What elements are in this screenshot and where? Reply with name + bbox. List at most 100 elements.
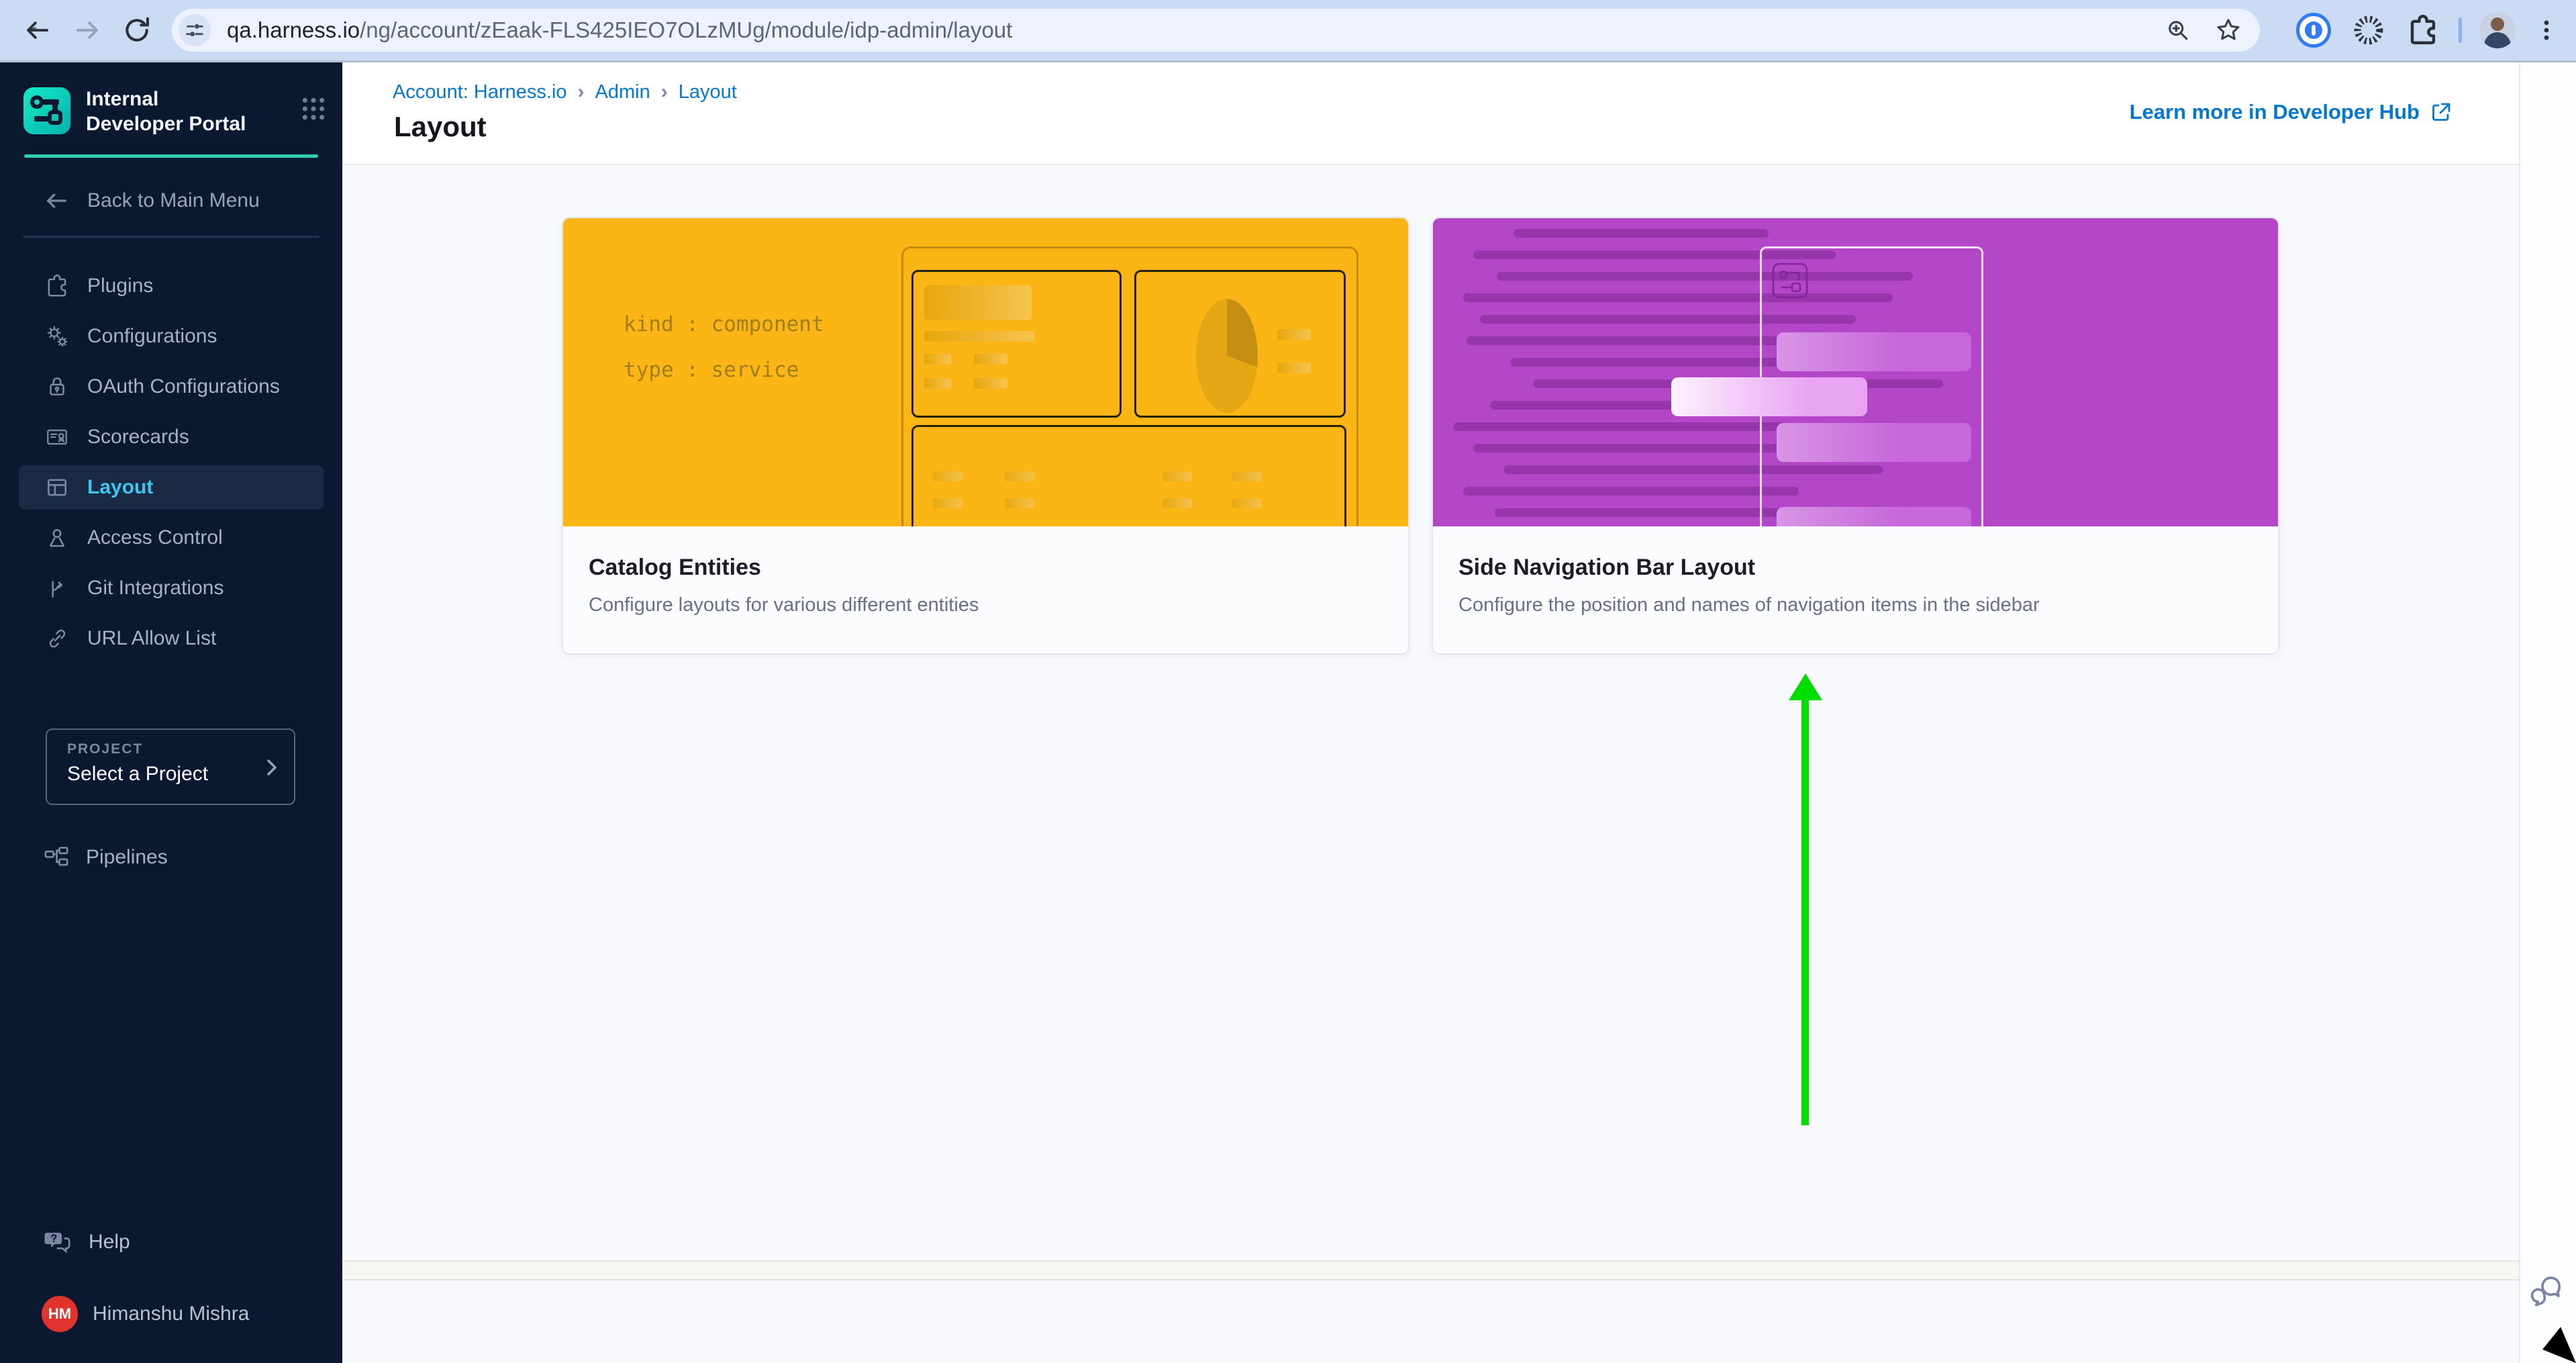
mock-table-cell-bar	[1162, 471, 1192, 481]
kebab-menu-icon	[2533, 15, 2560, 45]
mock-table-cell-bar	[1005, 471, 1034, 481]
page-header: Account: Harness.io › Admin › Layout Lay…	[342, 62, 2519, 165]
card-body: Side Navigation Bar Layout Configure the…	[1433, 526, 2278, 653]
sidebar-item-access-control[interactable]: Access Control	[19, 516, 324, 560]
card-description: Configure the position and names of navi…	[1458, 594, 2251, 616]
card-body: Catalog Entities Configure layouts for v…	[563, 526, 1408, 653]
project-selector[interactable]: PROJECT Select a Project	[46, 728, 295, 805]
extensions-puzzle-button[interactable]	[2406, 13, 2440, 47]
url-path: /ng/account/zEaak-FLS425IEO7OLzMUg/modul…	[360, 17, 1012, 42]
catalog-entities-illustration: kind : component type : service	[563, 218, 1408, 526]
git-branch-icon	[44, 575, 70, 601]
user-avatar: HM	[42, 1296, 78, 1332]
link-icon	[44, 626, 70, 651]
side-navigation-layout-card[interactable]: Side Navigation Bar Layout Configure the…	[1432, 217, 2279, 655]
url-domain: qa.harness.io	[227, 17, 360, 42]
module-switcher-button[interactable]	[301, 96, 326, 122]
breadcrumb-layout-link[interactable]: Layout	[679, 81, 737, 103]
zoom-page-button[interactable]	[2165, 17, 2191, 44]
breadcrumb-account-link[interactable]: Account: Harness.io	[393, 81, 567, 103]
user-profile[interactable]: HM Himanshu Mishra	[42, 1296, 342, 1332]
mock-table-cell-bar	[1232, 498, 1261, 508]
chat-support-button[interactable]	[2528, 1272, 2566, 1309]
puzzle-icon	[2406, 13, 2440, 47]
green-arrow-head	[1789, 673, 1822, 700]
sidebar-item-git-integrations[interactable]: Git Integrations	[19, 566, 324, 610]
mock-logo-icon	[1772, 263, 1811, 300]
mock-table-cell-bar	[933, 471, 962, 481]
sidebar-item-label: Configurations	[87, 325, 217, 348]
page: Account: Harness.io › Admin › Layout Lay…	[342, 62, 2519, 1363]
lock-icon	[44, 374, 70, 399]
mock-log-row	[1463, 487, 1799, 496]
onepassword-icon	[2296, 13, 2331, 48]
learn-more-label: Learn more in Developer Hub	[2130, 100, 2420, 124]
page-title: Layout	[394, 111, 487, 143]
sidebar-item-url-allow-list[interactable]: URL Allow List	[19, 616, 324, 661]
help-button[interactable]: Help	[43, 1227, 342, 1257]
sidebar-item-label: Access Control	[87, 526, 223, 549]
sidebar-item-label: URL Allow List	[87, 627, 216, 650]
mock-panel-chart	[1134, 270, 1346, 418]
bookmark-star-button[interactable]	[2214, 16, 2242, 44]
breadcrumb: Account: Harness.io › Admin › Layout	[393, 81, 737, 103]
sidebar-item-plugins[interactable]: Plugins	[19, 264, 324, 308]
burst-spinner-icon	[2350, 11, 2387, 49]
browser-back-button[interactable]	[20, 13, 55, 48]
sidebar-item-layout[interactable]: Layout	[19, 465, 324, 510]
page-content: kind : component type : service	[342, 165, 2519, 1363]
breadcrumb-chevron-icon: ›	[578, 81, 585, 103]
avatar-head-shape	[2491, 17, 2504, 31]
product-title: Internal Developer Portal	[86, 87, 255, 136]
browser-forward-button[interactable]	[70, 13, 105, 48]
onepassword-extension-button[interactable]	[2296, 13, 2331, 48]
mock-nav-item	[1777, 507, 1971, 526]
pipelines-icon	[43, 844, 70, 871]
sidebar-item-pipelines[interactable]: Pipelines	[43, 844, 342, 871]
browser-extensions-area	[2277, 11, 2560, 49]
help-chat-icon	[43, 1227, 72, 1257]
external-link-icon	[2429, 100, 2453, 124]
footer-band	[342, 1260, 2519, 1280]
forward-arrow-icon	[72, 15, 103, 46]
sidebar-accent-divider	[24, 154, 318, 158]
mock-nav-item	[1777, 332, 1971, 371]
learn-more-link[interactable]: Learn more in Developer Hub	[2130, 100, 2453, 124]
catalog-entities-card[interactable]: kind : component type : service	[562, 217, 1409, 655]
reload-icon	[121, 15, 152, 46]
card-title: Catalog Entities	[589, 555, 1381, 581]
back-to-main-menu[interactable]: Back to Main Menu	[43, 187, 342, 214]
mock-table-cell-bar	[1005, 498, 1034, 508]
mock-panel-table	[911, 425, 1346, 526]
chevron-right-icon	[259, 755, 283, 780]
scorecard-icon	[44, 424, 70, 450]
layout-cards: kind : component type : service	[562, 217, 2279, 655]
sidebar-nav: Plugins Configurations OAuth Configurati…	[0, 258, 342, 667]
url-bar[interactable]: qa.harness.io/ng/account/zEaak-FLS425IEO…	[172, 9, 2260, 52]
browser-menu-button[interactable]	[2533, 15, 2560, 45]
mock-log-row	[1453, 422, 1789, 431]
right-panel-strip	[2519, 62, 2576, 1363]
url-text: qa.harness.io/ng/account/zEaak-FLS425IEO…	[227, 17, 1012, 43]
sidebar-item-configurations[interactable]: Configurations	[19, 314, 324, 359]
app-shell: Internal Developer Portal Back to Main M…	[0, 62, 2576, 1363]
sidebar-item-label: Layout	[87, 476, 153, 499]
breadcrumb-admin-link[interactable]: Admin	[595, 81, 650, 103]
toolbar-separator	[2459, 17, 2462, 43]
browser-profile-avatar[interactable]	[2479, 12, 2516, 48]
site-settings-button[interactable]	[179, 14, 211, 46]
layout-icon	[44, 475, 70, 500]
screen: qa.harness.io/ng/account/zEaak-FLS425IEO…	[0, 0, 2576, 1363]
mock-table-cell-bar	[1162, 498, 1192, 508]
mock-code-line: type : service	[624, 358, 799, 382]
sidebar-item-oauth-configurations[interactable]: OAuth Configurations	[19, 365, 324, 409]
browser-reload-button[interactable]	[119, 13, 154, 48]
green-arrow-shaft	[1801, 699, 1809, 1125]
mock-table-cell-bar	[1232, 471, 1261, 481]
mock-nav-item-highlighted	[1671, 377, 1867, 416]
breadcrumb-chevron-icon: ›	[661, 81, 668, 103]
card-description: Configure layouts for various different …	[589, 594, 1381, 616]
spinner-extension-button[interactable]	[2350, 11, 2387, 49]
sidebar-item-scorecards[interactable]: Scorecards	[19, 415, 324, 459]
sidebar-spacer	[0, 871, 342, 1227]
